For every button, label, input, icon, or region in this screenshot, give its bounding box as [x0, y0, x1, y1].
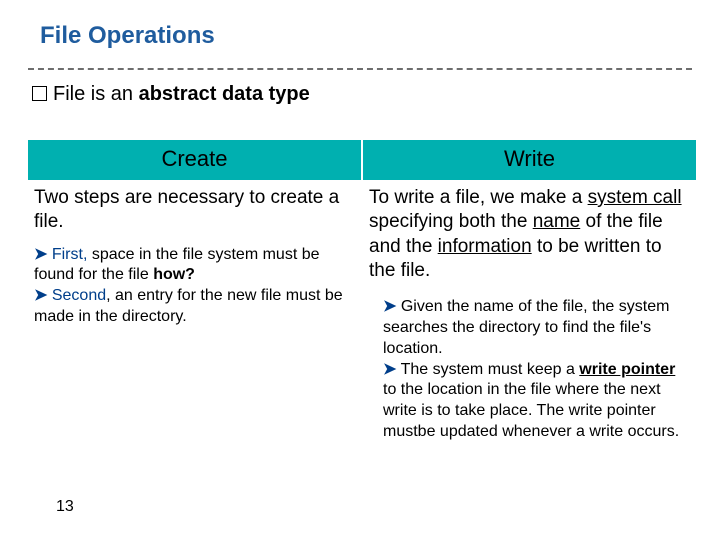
kw-second: Second — [47, 287, 106, 304]
write-sublist: ➤ Given the name of the file, the system… — [369, 297, 688, 443]
w-s1: Given the name of the file, the system s… — [383, 298, 669, 357]
arrow-icon: ➤ — [34, 287, 47, 304]
header-create: Create — [28, 140, 363, 180]
slide-title: File Operations — [40, 22, 215, 50]
w-mid: specifying both the — [369, 211, 533, 232]
w-syscall: system call — [588, 187, 682, 208]
cell-write: To write a file, we make a system call s… — [363, 180, 696, 443]
w-name: name — [533, 211, 581, 232]
intro-file: File — [53, 83, 85, 105]
create-para: Two steps are necessary to create a file… — [34, 186, 353, 235]
w-wp: write pointer — [579, 361, 675, 378]
divider-line — [28, 68, 692, 70]
arrow-icon: ➤ — [34, 246, 47, 263]
body-row: Two steps are necessary to create a file… — [28, 180, 696, 443]
write-para: To write a file, we make a system call s… — [369, 186, 688, 283]
checkbox-icon — [32, 86, 47, 101]
kw-first: First, — [47, 246, 87, 263]
cell-create: Two steps are necessary to create a file… — [28, 180, 363, 443]
slide: File Operations File is an abstract data… — [0, 0, 720, 540]
content-table: Create Write Two steps are necessary to … — [28, 140, 696, 443]
header-row: Create Write — [28, 140, 696, 180]
w-lead: To write a file, we make a — [369, 187, 588, 208]
kw-how: how? — [153, 266, 195, 283]
w-info: information — [438, 236, 532, 257]
page-number: 13 — [56, 498, 74, 516]
arrow-icon: ➤ — [383, 298, 396, 315]
intro-adt: abstract data type — [139, 83, 310, 105]
intro-isan: is an — [85, 83, 138, 105]
arrow-icon: ➤ — [383, 361, 396, 378]
create-bullets: ➤ First, space in the file system must b… — [34, 245, 353, 328]
w-s2b: to the location in the file where the ne… — [383, 381, 679, 440]
header-write: Write — [363, 140, 696, 180]
intro-line: File is an abstract data type — [32, 82, 310, 106]
w-s2a: The system must keep a — [396, 361, 579, 378]
